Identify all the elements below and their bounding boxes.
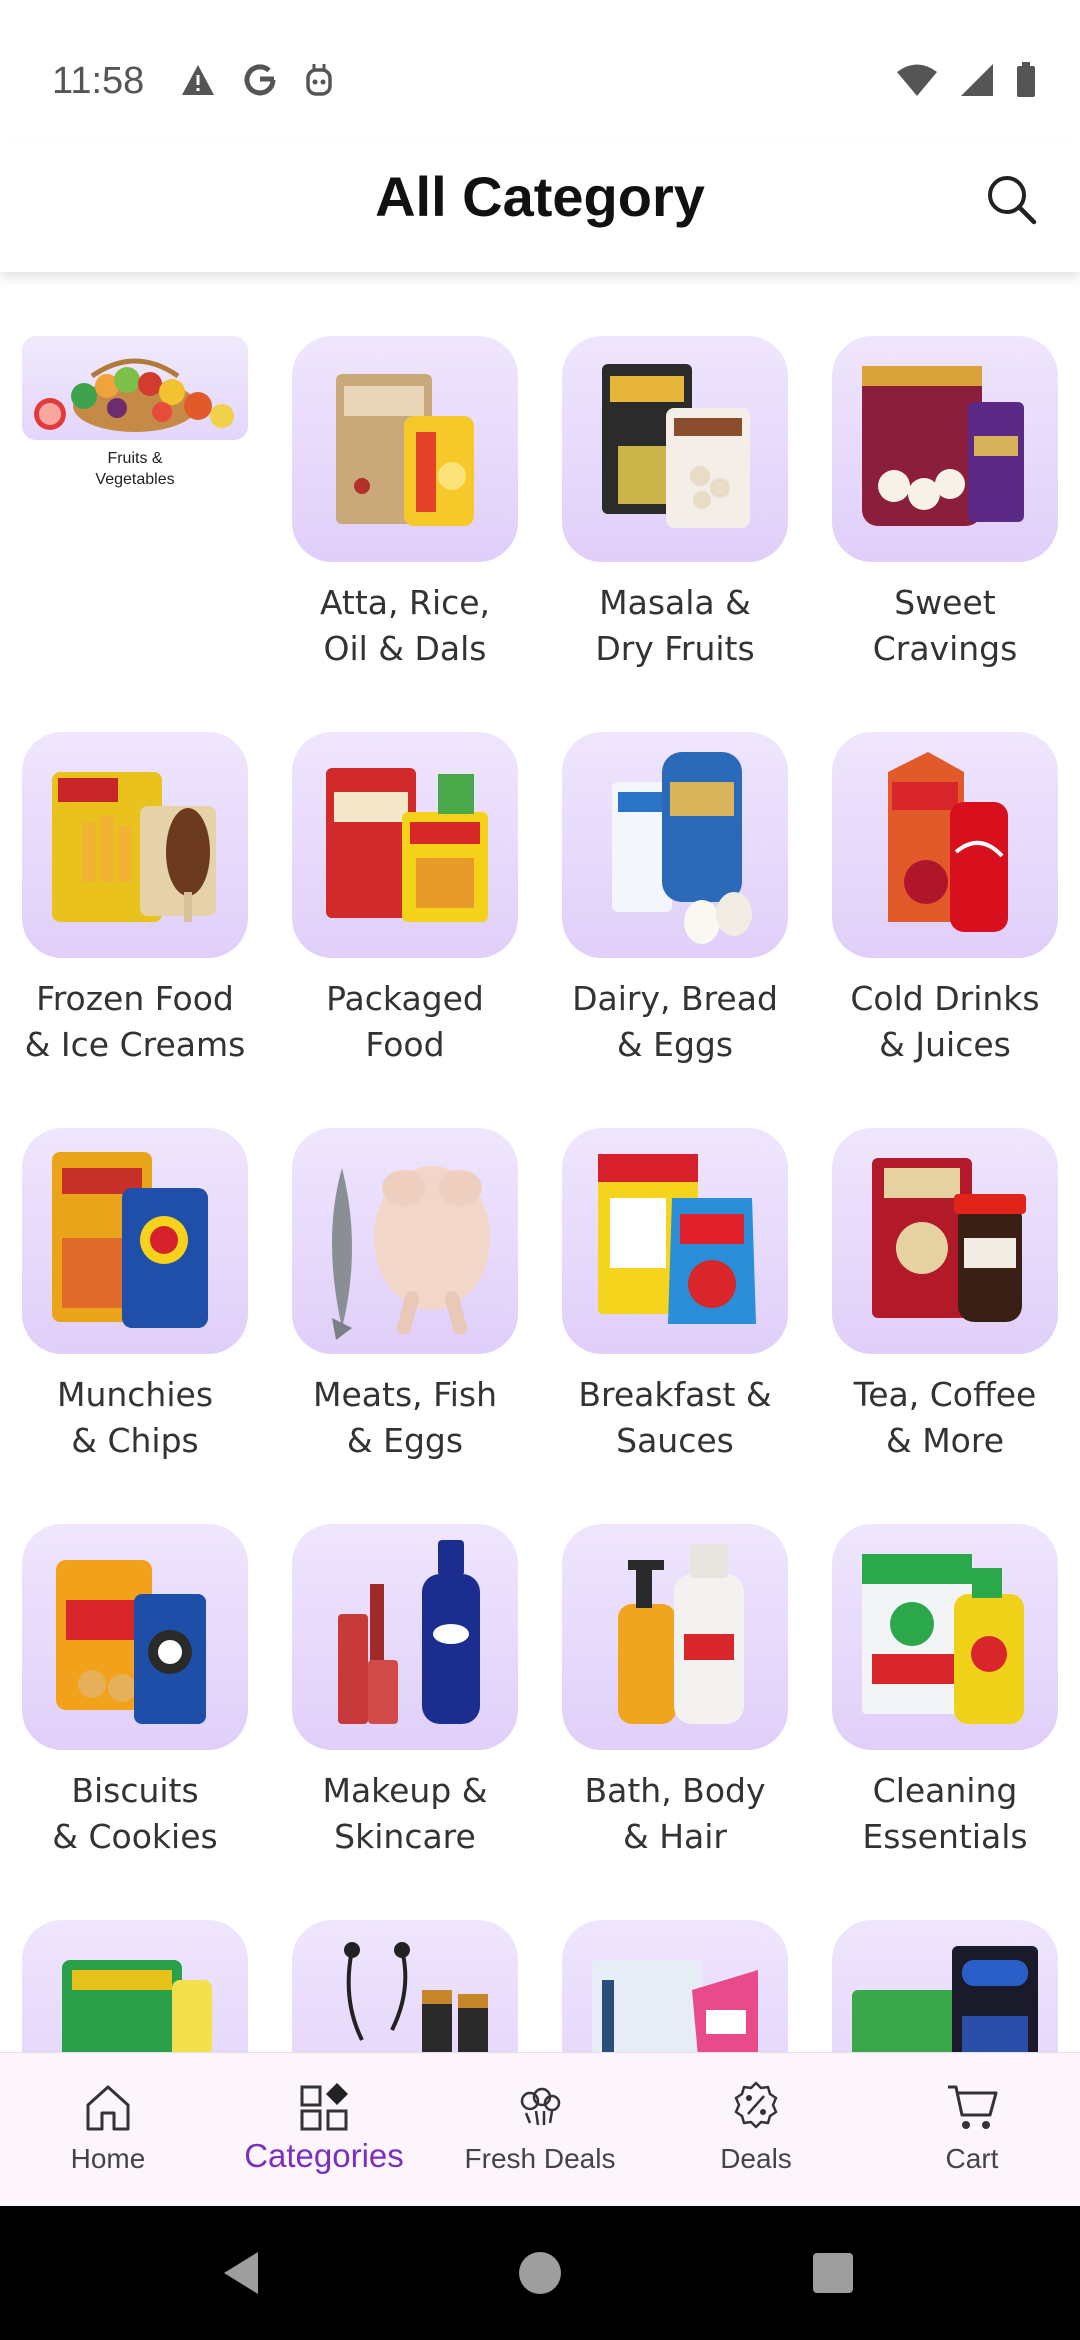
category-image xyxy=(562,1128,788,1354)
category-label: Cold Drinks & Juices xyxy=(850,979,1040,1064)
category-tile-bath-body-hair[interactable]: Bath, Body & Hair xyxy=(562,1524,788,1860)
category-label: Bath, Body & Hair xyxy=(584,1771,766,1856)
category-image xyxy=(832,732,1058,958)
category-tile-cleaning-essentials[interactable]: Cleaning Essentials xyxy=(832,1524,1058,1860)
category-label: Tea, Coffee & More xyxy=(853,1375,1037,1460)
category-grid: Fruits & Vegetables Atta, Rice, Oil & Da… xyxy=(0,272,1080,2052)
signal-icon xyxy=(961,64,993,96)
system-navigation-bar xyxy=(0,2206,1080,2340)
status-notification-icons xyxy=(180,62,334,98)
category-tile-breakfast-sauces[interactable]: Breakfast & Sauces xyxy=(562,1128,788,1464)
category-tile-fruits-vegetables[interactable]: Fruits & Vegetables xyxy=(22,336,248,490)
category-label: Cleaning Essentials xyxy=(862,1771,1028,1856)
status-time: 11:58 xyxy=(52,60,145,102)
category-tile-sweet-cravings[interactable]: Sweet Cravings xyxy=(832,336,1058,672)
category-image xyxy=(22,336,248,440)
category-tile-electronics[interactable] xyxy=(292,1920,518,2052)
category-label: Packaged Food xyxy=(326,979,484,1064)
category-tile-home-needs[interactable] xyxy=(22,1920,248,2052)
nav-label: Cart xyxy=(945,2143,999,2174)
category-label: Makeup & Skincare xyxy=(322,1771,488,1856)
category-label: Fruits & Vegetables xyxy=(95,450,175,488)
nav-categories[interactable]: Categories xyxy=(216,2053,432,2207)
category-label: Meats, Fish & Eggs xyxy=(313,1375,497,1460)
home-circle-icon[interactable] xyxy=(511,2244,569,2302)
category-image xyxy=(562,1920,788,2052)
categories-icon xyxy=(300,2083,348,2131)
category-image xyxy=(292,336,518,562)
recents-icon[interactable] xyxy=(804,2244,862,2302)
page-title: All Category xyxy=(375,165,705,228)
category-image xyxy=(22,1524,248,1750)
category-label: Breakfast & Sauces xyxy=(578,1375,772,1460)
battery-icon xyxy=(1017,62,1035,97)
category-image xyxy=(292,1920,518,2052)
category-tile-meats-fish[interactable]: Meats, Fish & Eggs xyxy=(292,1128,518,1464)
warning-icon xyxy=(182,65,214,95)
category-label: Frozen Food & Ice Creams xyxy=(24,979,246,1064)
nav-label: Deals xyxy=(720,2143,792,2174)
category-image xyxy=(562,1524,788,1750)
category-label: Munchies & Chips xyxy=(56,1375,214,1460)
category-image xyxy=(832,1524,1058,1750)
assistant-icon xyxy=(306,64,332,96)
category-image xyxy=(22,1128,248,1354)
category-label: Atta, Rice, Oil & Dals xyxy=(319,583,491,668)
back-icon[interactable] xyxy=(214,2244,272,2302)
google-icon xyxy=(244,64,276,96)
category-image xyxy=(832,336,1058,562)
nav-label: Categories xyxy=(244,2137,404,2174)
cart-icon xyxy=(948,2085,998,2129)
category-image xyxy=(562,336,788,562)
nav-label: Fresh Deals xyxy=(464,2143,616,2174)
category-image xyxy=(22,1920,248,2052)
category-image xyxy=(22,732,248,958)
status-system-icons xyxy=(896,62,1036,98)
category-tile-masala-dry-fruits[interactable]: Masala & Dry Fruits xyxy=(562,336,788,672)
category-image xyxy=(292,1128,518,1354)
wifi-icon xyxy=(897,64,937,96)
category-tile-biscuits-cookies[interactable]: Biscuits & Cookies xyxy=(22,1524,248,1860)
nav-label: Home xyxy=(70,2143,146,2174)
category-tile-makeup-skincare[interactable]: Makeup & Skincare xyxy=(292,1524,518,1860)
category-tile-munchies-chips[interactable]: Munchies & Chips xyxy=(22,1128,248,1464)
category-label: Dairy, Bread & Eggs xyxy=(572,979,778,1064)
category-tile-cold-drinks[interactable]: Cold Drinks & Juices xyxy=(832,732,1058,1068)
category-image xyxy=(292,732,518,958)
category-label: Biscuits & Cookies xyxy=(52,1771,218,1856)
category-tile-dairy-bread-eggs[interactable]: Dairy, Bread & Eggs xyxy=(562,732,788,1068)
category-tile-personal-care[interactable] xyxy=(562,1920,788,2052)
category-tile-frozen-food[interactable]: Frozen Food & Ice Creams xyxy=(22,732,248,1068)
search-button[interactable] xyxy=(982,170,1042,230)
category-label: Masala & Dry Fruits xyxy=(595,583,755,668)
deals-icon xyxy=(734,2081,778,2129)
category-image xyxy=(832,1920,1058,2052)
category-tile-packaged-food[interactable]: Packaged Food xyxy=(292,732,518,1068)
app-header: All Category xyxy=(0,140,1080,272)
category-image xyxy=(292,1524,518,1750)
nav-deals[interactable]: Deals xyxy=(648,2053,864,2207)
fresh-deals-icon xyxy=(520,2087,561,2126)
search-icon xyxy=(988,176,1037,225)
category-tile-tea-coffee[interactable]: Tea, Coffee & More xyxy=(832,1128,1058,1464)
category-image xyxy=(562,732,788,958)
category-label: Sweet Cravings xyxy=(872,583,1018,668)
home-icon xyxy=(86,2085,130,2131)
bottom-navigation: Home Categories Fresh Deals Deals Cart xyxy=(0,2052,1080,2206)
category-tile-atta-rice[interactable]: Atta, Rice, Oil & Dals xyxy=(292,336,518,672)
nav-home[interactable]: Home xyxy=(0,2053,216,2207)
status-bar: 11:58 xyxy=(0,0,1080,140)
category-image xyxy=(832,1128,1058,1354)
nav-cart[interactable]: Cart xyxy=(864,2053,1080,2207)
nav-fresh-deals[interactable]: Fresh Deals xyxy=(432,2053,648,2207)
category-tile-pharma-wellness[interactable] xyxy=(832,1920,1058,2052)
